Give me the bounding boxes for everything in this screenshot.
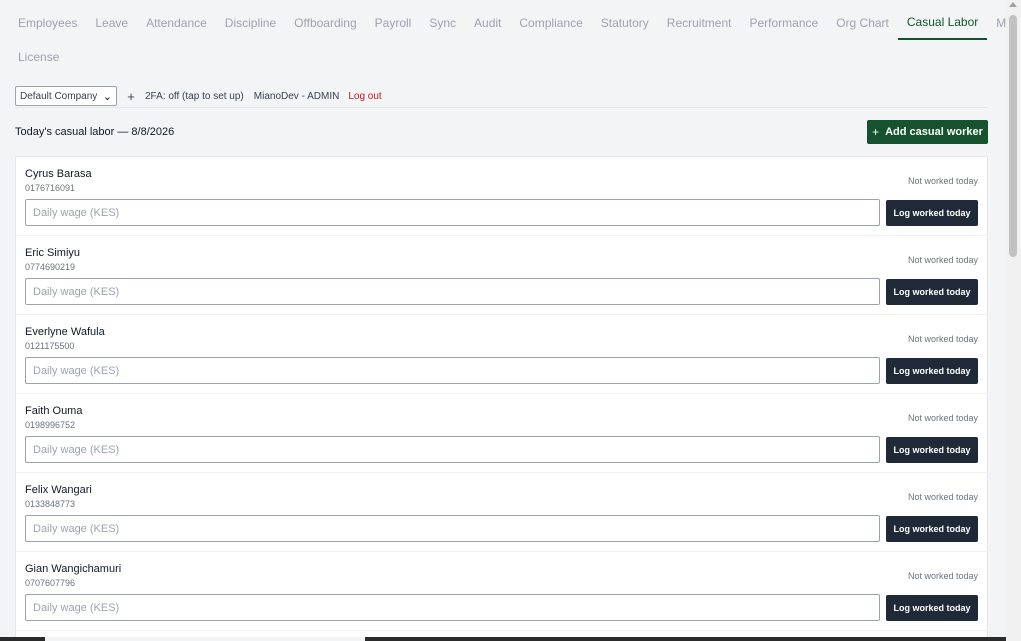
daily-wage-input[interactable] [25, 357, 880, 384]
tab-statutory[interactable]: Statutory [592, 6, 658, 40]
log-worked-today-button[interactable]: Log worked today [886, 358, 978, 384]
log-worked-today-button[interactable]: Log worked today [886, 437, 978, 463]
toolbar-divider [15, 107, 988, 108]
worker-list: Cyrus Barasa 0176716091 Not worked today… [15, 156, 988, 641]
worker-card: Eric Simiyu 0774690219 Not worked today … [16, 236, 987, 315]
daily-wage-input[interactable] [25, 515, 880, 542]
vertical-scrollbar[interactable] [1006, 0, 1021, 641]
add-company-icon[interactable]: + [125, 89, 137, 104]
tab-offboarding[interactable]: Offboarding [285, 6, 366, 40]
tab-attendance[interactable]: Attendance [137, 6, 216, 40]
worker-name: Everlyne Wafula [25, 326, 105, 338]
nav-row-2: License [9, 40, 994, 74]
worker-phone: 0176716091 [25, 183, 76, 193]
worker-phone: 0121175500 [25, 341, 75, 351]
daily-wage-input[interactable] [25, 436, 880, 463]
tab-discipline[interactable]: Discipline [216, 6, 285, 40]
worker-name: Eric Simiyu [25, 247, 81, 259]
log-worked-today-button[interactable]: Log worked today [886, 516, 978, 542]
main-nav: Employees Leave Attendance Discipline Of… [9, 6, 1006, 74]
worker-card: Everlyne Wafula 0121175500 Not worked to… [16, 315, 987, 394]
scroll-up-arrow-icon[interactable] [1009, 2, 1017, 7]
worker-name: Cyrus Barasa [25, 168, 92, 180]
chevron-down-icon: ⌄ [102, 90, 112, 103]
bottom-edge-bar [0, 637, 1006, 641]
scrollbar-thumb[interactable] [1009, 15, 1017, 257]
worker-status: Not worked today [907, 571, 978, 581]
add-casual-worker-label: Add casual worker [885, 126, 983, 138]
worker-phone: 0774690219 [25, 262, 76, 272]
add-casual-worker-button[interactable]: + Add casual worker [867, 120, 988, 144]
log-worked-today-button[interactable]: Log worked today [886, 200, 978, 226]
toolbar: Default Company ⌄ + 2FA: off (tap to set… [15, 84, 988, 108]
tab-license[interactable]: License [9, 40, 68, 74]
current-user: MianoDev - ADMIN [253, 90, 340, 102]
tab-sync[interactable]: Sync [420, 6, 465, 40]
tab-audit[interactable]: Audit [465, 6, 510, 40]
worker-status: Not worked today [907, 334, 978, 344]
casual-labor-header: Today's casual labor — 8/8/2026 + Add ca… [15, 120, 988, 144]
worker-card: Faith Ouma 0198996752 Not worked today L… [16, 394, 987, 473]
worker-status: Not worked today [907, 413, 978, 423]
daily-wage-input[interactable] [25, 278, 880, 305]
company-select[interactable]: Default Company ⌄ [15, 86, 117, 106]
worker-phone: 0133848773 [25, 499, 76, 509]
bottom-edge-segment [45, 637, 365, 641]
worker-card: Gian Wangichamuri 0707607796 Not worked … [16, 552, 987, 631]
tab-payroll[interactable]: Payroll [366, 6, 421, 40]
tab-migration[interactable]: Migration [987, 6, 1006, 40]
worker-card: Felix Wangari 0133848773 Not worked toda… [16, 473, 987, 552]
tab-recruitment[interactable]: Recruitment [658, 6, 741, 40]
worker-status: Not worked today [907, 492, 978, 502]
worker-card: Cyrus Barasa 0176716091 Not worked today… [16, 157, 987, 236]
casual-labor-page: Employees Leave Attendance Discipline Of… [0, 0, 1006, 641]
tab-compliance[interactable]: Compliance [510, 6, 591, 40]
worker-name: Gian Wangichamuri [25, 563, 122, 575]
twofa-setup-link[interactable]: 2FA: off (tap to set up) [145, 91, 244, 102]
log-worked-today-button[interactable]: Log worked today [886, 279, 978, 305]
log-worked-today-button[interactable]: Log worked today [886, 595, 978, 621]
worker-phone: 0198996752 [25, 420, 76, 430]
worker-name: Faith Ouma [25, 405, 83, 417]
worker-name: Felix Wangari [25, 484, 92, 496]
daily-wage-input[interactable] [25, 199, 880, 226]
plus-icon: + [872, 125, 880, 139]
logout-link[interactable]: Log out [348, 91, 381, 102]
tab-employees[interactable]: Employees [9, 6, 86, 40]
worker-status: Not worked today [907, 255, 978, 265]
worker-phone: 0707607796 [25, 578, 76, 588]
tab-performance[interactable]: Performance [740, 6, 827, 40]
worker-status: Not worked today [907, 176, 978, 186]
tab-leave[interactable]: Leave [86, 6, 137, 40]
nav-row-1: Employees Leave Attendance Discipline Of… [9, 6, 1006, 40]
tab-org-chart[interactable]: Org Chart [827, 6, 898, 40]
tab-casual-labor[interactable]: Casual Labor [897, 6, 988, 40]
page-title: Today's casual labor — 8/8/2026 [15, 126, 175, 138]
daily-wage-input[interactable] [25, 594, 880, 621]
company-select-value: Default Company [20, 90, 98, 102]
